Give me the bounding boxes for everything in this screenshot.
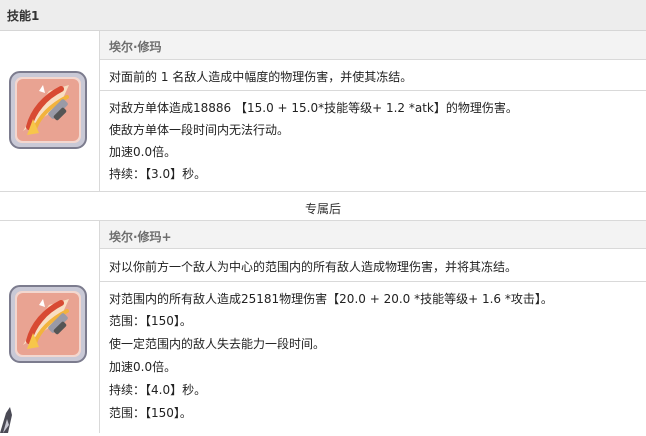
- skill-2-detail-line: 范围：【150】。: [109, 314, 192, 328]
- flaming-sword-icon: [9, 285, 87, 363]
- skill-1-detail-line: 加速0.0倍。: [109, 145, 177, 159]
- skill-1-detail-line: 对敌方单体造成18886 【15.0 + 15.0*技能等级+ 1.2 *atk…: [109, 101, 518, 115]
- exclusive-divider-label: 专属后: [304, 202, 341, 216]
- skill-1-icon-cell: [0, 31, 100, 191]
- skill-2-summary: 对以你前方一个敌人为中心的范围内的所有敌人造成物理伤害，并将其冻结。: [109, 260, 518, 274]
- skill-1-detail-line: 使敌方单体一段时间内无法行动。: [109, 123, 290, 137]
- exclusive-divider: 专属后: [0, 191, 646, 221]
- skill-2-name: 埃尔·修玛+: [109, 230, 172, 244]
- skill-2-block: 埃尔·修玛+ 对以你前方一个敌人为中心的范围内的所有敌人造成物理伤害，并将其冻结…: [0, 221, 646, 433]
- skill-2-detail-line: 持续：【4.0】秒。: [109, 383, 207, 397]
- character-sprite-edge: [0, 405, 14, 433]
- skill-1-summary: 对面前的 1 名敌人造成中幅度的物理伤害，并使其冻结。: [109, 70, 413, 84]
- skill-1-detail-line: 持续：【3.0】秒。: [109, 167, 207, 181]
- skill-1-summary-row: 对面前的 1 名敌人造成中幅度的物理伤害，并使其冻结。: [100, 60, 646, 91]
- skill-1-detail-row: 对敌方单体造成18886 【15.0 + 15.0*技能等级+ 1.2 *atk…: [100, 91, 646, 191]
- skill-2-detail-line: 对范围内的所有敌人造成25181物理伤害【20.0 + 20.0 *技能等级+ …: [109, 292, 553, 306]
- section-title: 技能1: [7, 9, 40, 23]
- skill-2-detail-line: 使一定范围内的敌人失去能力一段时间。: [109, 337, 326, 351]
- skill-1-name: 埃尔·修玛: [109, 40, 162, 54]
- skill-2-detail-row: 对范围内的所有敌人造成25181物理伤害【20.0 + 20.0 *技能等级+ …: [100, 282, 646, 433]
- skill-2-icon-cell: [0, 221, 100, 433]
- flaming-sword-icon: [9, 71, 87, 149]
- skill-1-name-row: 埃尔·修玛: [100, 31, 646, 60]
- section-header: 技能1: [0, 0, 646, 31]
- skill-1-block: 埃尔·修玛 对面前的 1 名敌人造成中幅度的物理伤害，并使其冻结。 对敌方单体造…: [0, 31, 646, 191]
- skill-2-summary-row: 对以你前方一个敌人为中心的范围内的所有敌人造成物理伤害，并将其冻结。: [100, 249, 646, 282]
- skill-2-name-row: 埃尔·修玛+: [100, 221, 646, 249]
- skill-2-detail-line: 范围：【150】。: [109, 406, 192, 420]
- skill-2-detail-line: 加速0.0倍。: [109, 360, 177, 374]
